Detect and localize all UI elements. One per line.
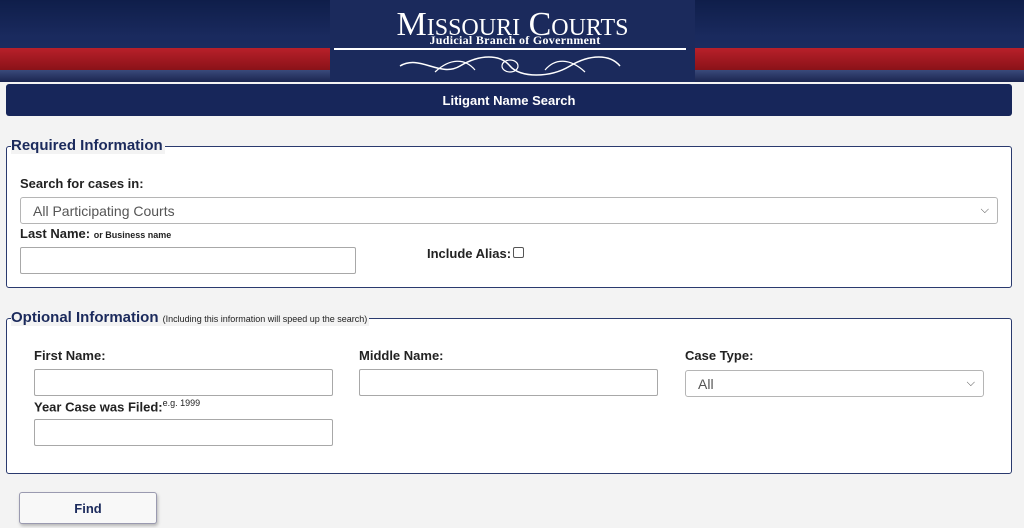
last-name-input[interactable]	[20, 247, 356, 274]
header-banner: Missouri Courts Judicial Branch of Gover…	[0, 0, 1024, 82]
include-alias-checkbox[interactable]	[513, 247, 524, 258]
case-type-select[interactable]: All ⌵	[685, 370, 984, 397]
case-type-label: Case Type:	[685, 348, 754, 363]
middle-name-input[interactable]	[359, 369, 658, 396]
court-select-value: All Participating Courts	[33, 202, 175, 219]
year-filed-hint: e.g. 1999	[162, 398, 201, 408]
first-name-input[interactable]	[34, 369, 333, 396]
court-select[interactable]: All Participating Courts ⌵	[20, 197, 998, 224]
last-name-hint: or Business name	[93, 230, 172, 240]
last-name-label: Last Name: or Business name	[20, 226, 172, 241]
chevron-down-icon: ⌵	[980, 204, 989, 216]
chevron-down-icon: ⌵	[966, 377, 975, 389]
include-alias-label: Include Alias:	[427, 246, 512, 261]
year-filed-input[interactable]	[34, 419, 333, 446]
page-title-bar: Litigant Name Search	[6, 84, 1012, 116]
search-in-label: Search for cases in:	[20, 176, 144, 191]
logo-flourish-icon	[399, 56, 621, 76]
required-info-legend: Required Information	[11, 137, 165, 154]
first-name-label: First Name:	[34, 348, 106, 363]
middle-name-label: Middle Name:	[359, 348, 444, 363]
optional-info-legend: Optional Information (Including this inf…	[11, 309, 370, 326]
year-filed-label: Year Case was Filed:e.g. 1999	[34, 398, 201, 415]
page-title: Litigant Name Search	[442, 92, 576, 108]
optional-info-hint: (Including this information will speed u…	[162, 314, 368, 324]
find-button[interactable]: Find	[19, 492, 157, 524]
logo-subtitle: Judicial Branch of Government	[429, 33, 601, 47]
case-type-value: All	[698, 375, 714, 392]
logo-divider	[334, 48, 686, 50]
